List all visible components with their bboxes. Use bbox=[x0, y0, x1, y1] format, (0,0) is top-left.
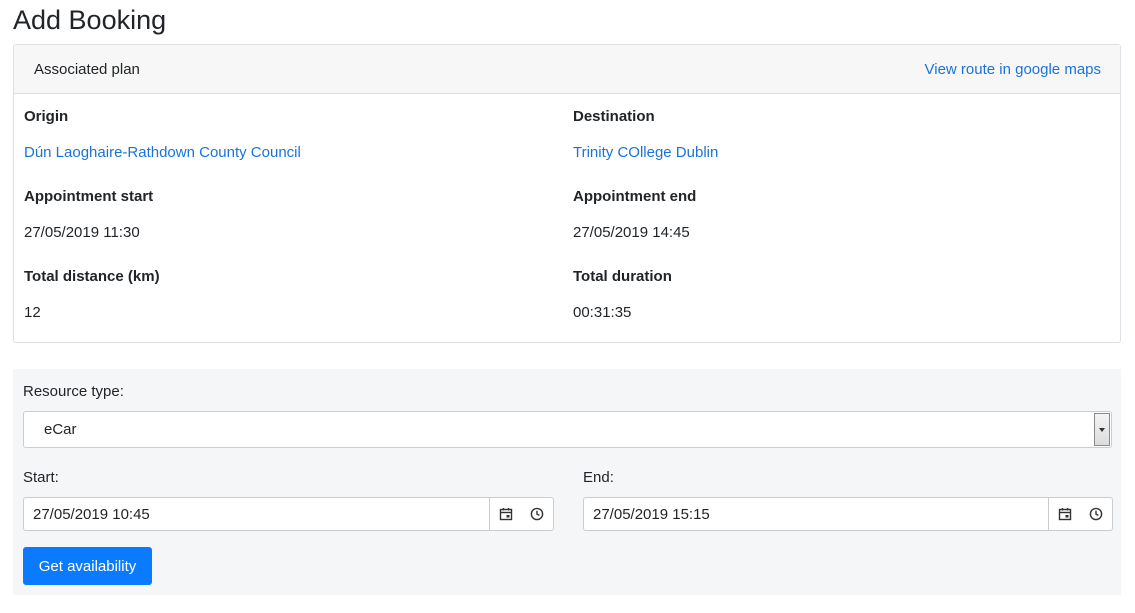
origin-link[interactable]: Dún Laoghaire-Rathdown County Council bbox=[24, 144, 301, 161]
end-datetime-group bbox=[583, 497, 1113, 531]
get-availability-button[interactable]: Get availability bbox=[23, 547, 152, 585]
total-duration-value: 00:31:35 bbox=[573, 304, 632, 321]
total-distance-label: Total distance (km) bbox=[24, 268, 160, 285]
card-header-title: Associated plan bbox=[34, 60, 140, 78]
origin-label: Origin bbox=[24, 108, 69, 125]
resource-type-label: Resource type: bbox=[23, 383, 124, 400]
total-duration-label: Total duration bbox=[573, 268, 672, 285]
appointment-start-value: 27/05/2019 11:30 bbox=[24, 224, 140, 241]
start-datetime-input[interactable] bbox=[24, 498, 489, 530]
resource-type-value: eCar bbox=[44, 421, 77, 438]
start-label: Start: bbox=[23, 469, 59, 486]
end-label: End: bbox=[583, 469, 614, 486]
destination-link[interactable]: Trinity COllege Dublin bbox=[573, 144, 718, 161]
chevron-down-icon[interactable] bbox=[1094, 413, 1110, 446]
card-header: Associated plan View route in google map… bbox=[14, 45, 1120, 94]
resource-type-select[interactable]: eCar bbox=[23, 411, 1112, 448]
clock-icon[interactable] bbox=[521, 498, 553, 530]
end-datetime-input[interactable] bbox=[584, 498, 1048, 530]
start-datetime-group bbox=[23, 497, 554, 531]
appointment-end-value: 27/05/2019 14:45 bbox=[573, 224, 690, 241]
destination-label: Destination bbox=[573, 108, 655, 125]
appointment-start-label: Appointment start bbox=[24, 188, 154, 205]
associated-plan-card: Associated plan View route in google map… bbox=[13, 44, 1121, 343]
calendar-icon[interactable] bbox=[1048, 498, 1080, 530]
booking-form: Resource type: eCar Start: End: Get avai… bbox=[13, 369, 1121, 595]
page-title: Add Booking bbox=[13, 5, 167, 35]
calendar-icon[interactable] bbox=[489, 498, 521, 530]
total-distance-value: 12 bbox=[24, 304, 41, 321]
view-route-link[interactable]: View route in google maps bbox=[925, 61, 1102, 78]
appointment-end-label: Appointment end bbox=[573, 188, 697, 205]
clock-icon[interactable] bbox=[1080, 498, 1112, 530]
